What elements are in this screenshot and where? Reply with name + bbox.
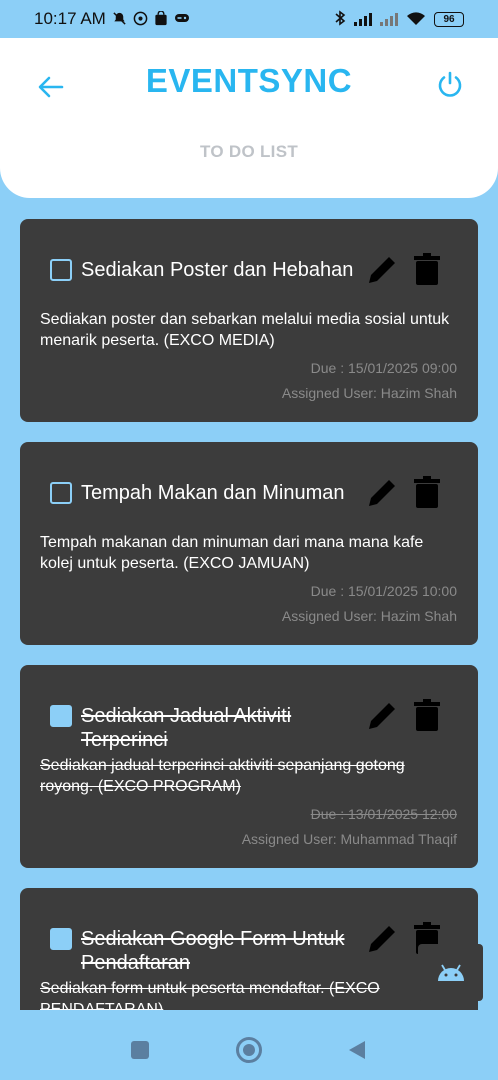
edit-button[interactable]: [365, 699, 399, 733]
pencil-icon: [369, 703, 395, 729]
task-description: Tempah makanan dan minuman dari mana man…: [40, 534, 424, 572]
task-assigned-user: Assigned User: Hazim Shah: [281, 608, 457, 624]
task-assigned-user: Assigned User: Hazim Shah: [281, 385, 457, 401]
shopping-bag-icon: [154, 9, 168, 28]
cell-signal-icon: [354, 12, 372, 26]
trash-icon: [414, 253, 440, 285]
edit-button[interactable]: [365, 476, 399, 510]
status-right: 96: [334, 10, 464, 28]
nav-back-button[interactable]: [347, 1040, 367, 1065]
task-checkbox-checked[interactable]: [50, 928, 72, 950]
wifi-icon: [406, 11, 426, 28]
home-dot-icon: [243, 1044, 255, 1056]
task-checkbox[interactable]: [50, 259, 72, 281]
task-title: Sediakan Google Form Untuk Pendaftaran: [81, 928, 345, 974]
battery-icon: 96: [434, 11, 464, 27]
task-due-date: Due : 15/01/2025 09:00: [310, 360, 457, 376]
power-icon: [438, 71, 462, 97]
task-assigned-user: Assigned User: Muhammad Thaqif: [241, 831, 457, 847]
task-card[interactable]: Sediakan Google Form Untuk Pendaftaran S…: [20, 888, 478, 1010]
delete-button[interactable]: [412, 697, 442, 733]
page-subtitle: TO DO LIST: [199, 142, 299, 161]
whatsapp-icon: [133, 11, 148, 28]
task-card[interactable]: Sediakan Jadual Aktiviti Terperinci Sedi…: [20, 665, 478, 868]
status-left: 10:17 AM: [34, 9, 190, 29]
logout-button[interactable]: [434, 68, 466, 100]
trash-icon: [414, 699, 440, 731]
task-list[interactable]: Sediakan Poster dan Hebahan Sediakan pos…: [0, 198, 498, 1010]
task-checkbox[interactable]: [50, 482, 72, 504]
pencil-icon: [369, 480, 395, 506]
pencil-icon: [369, 926, 395, 952]
task-title: Tempah Makan dan Minuman: [81, 482, 345, 504]
task-due-date: Due : 15/01/2025 10:00: [310, 583, 457, 599]
task-due-date: Due : 13/01/2025 12:00: [310, 806, 457, 822]
task-title: Sediakan Poster dan Hebahan: [81, 259, 354, 281]
task-checkbox-checked[interactable]: [50, 705, 72, 727]
task-description: Sediakan poster dan sebarkan melalui med…: [40, 311, 450, 349]
edit-button[interactable]: [365, 253, 399, 287]
task-description: Sediakan jadual terperinci aktiviti sepa…: [40, 757, 405, 795]
triangle-back-icon: [349, 1041, 365, 1059]
app-header: EVENTSYNC TO DO LIST: [0, 38, 498, 198]
cell-signal-2-icon: [380, 12, 398, 26]
pencil-icon: [369, 257, 395, 283]
android-fab-button[interactable]: [418, 944, 483, 1001]
home-button[interactable]: [236, 1037, 262, 1063]
edit-button[interactable]: [365, 922, 399, 956]
task-card[interactable]: Sediakan Poster dan Hebahan Sediakan pos…: [20, 219, 478, 422]
recents-button[interactable]: [131, 1041, 149, 1059]
mute-bell-icon: [112, 11, 127, 28]
trash-icon: [414, 476, 440, 508]
android-icon: [437, 964, 464, 981]
task-card[interactable]: Tempah Makan dan Minuman Tempah makanan …: [20, 442, 478, 645]
status-bar: 10:17 AM 96: [0, 0, 498, 38]
gamepad-icon: [174, 12, 190, 26]
task-description: Sediakan form untuk peserta mendaftar. (…: [40, 980, 380, 1010]
system-nav-bar: [0, 1010, 498, 1080]
delete-button[interactable]: [412, 251, 442, 287]
status-time: 10:17 AM: [34, 9, 106, 28]
task-title: Sediakan Jadual Aktiviti Terperinci: [81, 705, 292, 751]
delete-button[interactable]: [412, 474, 442, 510]
app-title: EVENTSYNC: [145, 62, 353, 99]
bluetooth-icon: [334, 10, 346, 28]
